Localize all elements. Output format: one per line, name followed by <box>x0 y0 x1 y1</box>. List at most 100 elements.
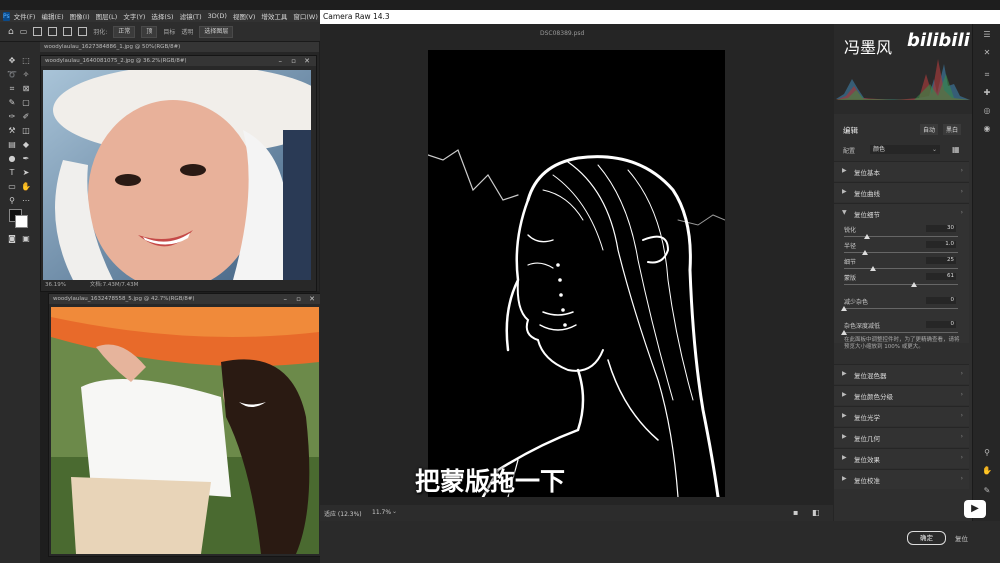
menu-3d[interactable]: 3D(D) <box>208 12 227 20</box>
edit-sliders-icon[interactable]: ☰ <box>982 30 992 40</box>
redeye-icon[interactable]: ◉ <box>982 124 992 134</box>
menu-select[interactable]: 选择(S) <box>151 11 173 21</box>
pen-tool-icon[interactable]: ✒ <box>20 154 32 164</box>
frame-rect-icon[interactable]: ▢ <box>20 98 32 108</box>
mask-icon[interactable]: ◎ <box>982 106 992 116</box>
zoom-readout-1[interactable]: 36.19% <box>45 282 66 288</box>
selection-add-icon[interactable] <box>48 27 58 36</box>
chevron-down-icon[interactable]: ⌄ <box>392 508 397 515</box>
slider-2-value[interactable]: 25 <box>926 257 956 264</box>
slider-3-thumb[interactable] <box>910 282 917 287</box>
move-tool-icon[interactable]: ✥ <box>6 56 18 66</box>
zoom-level-select[interactable]: 11.7% <box>372 509 391 516</box>
hand-icon[interactable]: ✋ <box>982 466 992 476</box>
heal-icon[interactable]: ✚ <box>982 88 992 98</box>
noise-slider-0-track[interactable] <box>844 308 958 309</box>
type-tool-icon[interactable]: T <box>6 168 18 178</box>
menu-edit[interactable]: 编辑(E) <box>41 11 63 21</box>
slider-3-track[interactable] <box>844 284 958 285</box>
minimize-icon[interactable]: – <box>284 294 288 304</box>
noise-slider-0-value[interactable]: 0 <box>926 297 956 304</box>
dodge-tool-icon[interactable]: ● <box>6 154 18 164</box>
noise-slider-1-thumb[interactable] <box>841 330 847 335</box>
lasso-tool-icon[interactable]: ➰ <box>6 70 18 80</box>
profile-browser-icon[interactable]: ▦ <box>952 145 960 154</box>
target-label[interactable]: 目标 <box>163 27 175 36</box>
ok-button[interactable]: 确定 <box>907 531 946 545</box>
menu-filter[interactable]: 滤镜(T) <box>180 11 202 21</box>
menu-window[interactable]: 窗口(W) <box>293 11 318 21</box>
crop-tool-icon[interactable]: ⌗ <box>6 84 18 94</box>
slider-0-track[interactable] <box>844 236 958 237</box>
slider-0-thumb[interactable] <box>863 234 870 239</box>
noise-slider-1-track[interactable] <box>844 332 958 333</box>
gradient-tool-icon[interactable]: ▤ <box>6 140 18 150</box>
menu-file[interactable]: 文件(F) <box>14 11 36 21</box>
blur-tool-icon[interactable]: ◆ <box>20 140 32 150</box>
shape-tool-icon[interactable]: ▭ <box>6 182 18 192</box>
maximize-icon[interactable]: ▫ <box>291 56 296 66</box>
selection-new-icon[interactable] <box>33 27 43 36</box>
marquee-tool-icon[interactable]: ⬚ <box>20 56 32 66</box>
hand-tool-icon[interactable]: ✋ <box>20 182 32 192</box>
noise-slider-0-thumb[interactable] <box>841 306 847 311</box>
slider-3-value[interactable]: 61 <box>926 273 956 280</box>
slider-0-value[interactable]: 30 <box>926 225 956 232</box>
close-icon[interactable]: ✕ <box>304 56 310 66</box>
bw-button[interactable]: 黑白 <box>943 124 962 135</box>
menu-plugins[interactable]: 增效工具 <box>261 11 287 21</box>
section-effects[interactable]: ▶ 复位效果 › <box>834 448 969 468</box>
close-icon[interactable]: ✕ <box>309 294 315 304</box>
selection-intersect-icon[interactable] <box>78 27 88 36</box>
menu-image[interactable]: 图像(I) <box>70 11 90 21</box>
zoom-icon[interactable]: ⚲ <box>982 448 992 458</box>
section-mixer[interactable]: ▶ 复位混色器 › <box>834 364 969 384</box>
fit-zoom-button[interactable]: 适应 (12.3%) <box>324 509 362 518</box>
profile-select[interactable]: 颜色 ⌄ <box>870 145 940 154</box>
selection-subtract-icon[interactable] <box>63 27 73 36</box>
more-tools-icon[interactable]: ⋯ <box>20 196 32 206</box>
slider-2-track[interactable] <box>844 268 958 269</box>
slider-1-value[interactable]: 1.0 <box>926 241 956 248</box>
stamp-tool-icon[interactable]: ⚒ <box>6 126 18 136</box>
document-tab-1[interactable]: woodylaulau_1627384886_1.jpg @ 50%(RGB/8… <box>40 42 319 52</box>
menu-type[interactable]: 文字(Y) <box>123 11 145 21</box>
background-color-swatch[interactable] <box>15 215 28 228</box>
magic-wand-icon[interactable]: ✧ <box>20 70 32 80</box>
top-button[interactable]: 顶 <box>141 25 158 38</box>
transparent-label[interactable]: 透明 <box>181 27 193 36</box>
minimize-icon[interactable]: – <box>279 56 283 66</box>
section-curve[interactable]: ▶ 复位曲线 › <box>834 182 969 202</box>
mode-select[interactable]: 正常 <box>113 25 136 38</box>
section-calibration[interactable]: ▶ 复位校准 › <box>834 469 969 489</box>
pencil-tool-icon[interactable]: ✐ <box>20 112 32 122</box>
eyedropper-icon[interactable]: ✎ <box>6 98 18 108</box>
reset-button[interactable]: 复位 <box>955 533 968 543</box>
section-color-grading[interactable]: ▶ 复位颜色分级 › <box>834 385 969 405</box>
noise-slider-1-value[interactable]: 0 <box>926 321 956 328</box>
close-icon[interactable]: ✕ <box>982 48 992 58</box>
path-select-icon[interactable]: ➤ <box>20 168 32 178</box>
slider-1-thumb[interactable] <box>861 250 868 255</box>
zoom-tool-icon[interactable]: ⚲ <box>6 196 18 206</box>
brush-tool-icon[interactable]: ✑ <box>6 112 18 122</box>
crop-icon[interactable]: ⌗ <box>982 70 992 80</box>
quick-mask-icon[interactable]: ◙ <box>6 234 18 244</box>
screen-mode-icon[interactable]: ▣ <box>20 234 32 244</box>
document-window-2-title[interactable]: woodylaulau_1632478558_5.jpg @ 42.7%(RGB… <box>49 294 321 304</box>
mask-preview[interactable] <box>428 50 725 497</box>
sampler-icon[interactable]: ✎ <box>982 486 992 496</box>
section-basic[interactable]: ▶ 复位基本 › <box>834 161 969 181</box>
eraser-tool-icon[interactable]: ◫ <box>20 126 32 136</box>
menu-layer[interactable]: 图层(L) <box>96 11 118 21</box>
auto-button[interactable]: 自动 <box>920 124 939 135</box>
marquee-icon[interactable]: ▭ <box>20 27 28 36</box>
select-layer-button[interactable]: 选择图层 <box>199 25 234 38</box>
crop-preview-icon[interactable]: ▪ <box>793 508 798 517</box>
frame-tool-icon[interactable]: ⊠ <box>20 84 32 94</box>
section-detail[interactable]: ▼ 复位细节 › <box>834 203 969 223</box>
section-geometry[interactable]: ▶ 复位几何 › <box>834 427 969 447</box>
home-icon[interactable]: ⌂ <box>8 27 14 37</box>
maximize-icon[interactable]: ▫ <box>296 294 301 304</box>
document-window-1-title[interactable]: woodylaulau_1640081075_2.jpg @ 36.2%(RGB… <box>41 56 316 66</box>
